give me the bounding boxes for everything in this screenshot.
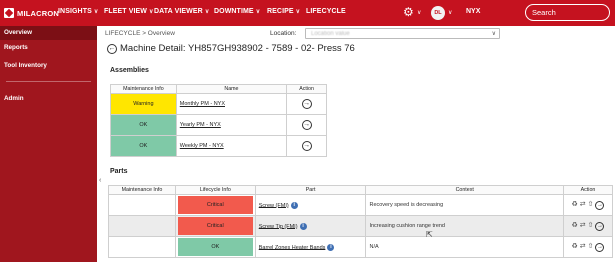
context-text: Recovery speed is decreasing xyxy=(369,202,444,208)
table-row: Critical Screw (FMI) i Recovery speed is … xyxy=(108,194,614,216)
assemblies-heading: Assemblies xyxy=(110,67,149,74)
page-title: Machine Detail: YH857GH938902 - 7589 - 0… xyxy=(120,43,355,54)
delete-icon[interactable]: ♻ xyxy=(572,201,578,208)
site-name[interactable]: NYX xyxy=(466,8,480,15)
lifecycle-badge: Critical xyxy=(177,196,253,214)
column-header: Name xyxy=(175,84,288,94)
sidebar-item-reports[interactable]: Reports xyxy=(0,41,97,55)
location-label: Location: xyxy=(270,30,297,37)
status-badge: Warning xyxy=(111,94,176,114)
table-row: OK Barrel Zones Heater Bands i N/A ♻ ⇄ ⇧ … xyxy=(108,236,614,258)
location-select[interactable]: Location value ∨ xyxy=(305,28,500,39)
chevron-down-icon: ∨ xyxy=(93,9,99,15)
assemblies-table: Maintenance Info Name Action Warning Mon… xyxy=(110,84,327,157)
nav-downtime[interactable]: DOWNTIME ∨ xyxy=(214,8,260,15)
top-nav-bar: MILACRON INSIGHTS ∨ FLEET VIEW ∨ DATA VIEW… xyxy=(0,0,615,26)
sidebar-item-admin[interactable]: Admin xyxy=(0,92,97,106)
lifecycle-badge: Critical xyxy=(177,217,253,235)
upload-icon[interactable]: ⇧ xyxy=(588,222,594,229)
avatar[interactable]: DL xyxy=(431,6,445,20)
delete-icon[interactable]: ♻ xyxy=(572,243,578,250)
chevron-down-icon[interactable]: ∨ xyxy=(417,9,421,16)
nav-fleet-view[interactable]: FLEET VIEW ∨ xyxy=(104,8,154,15)
column-header: Maintenance Info xyxy=(108,185,176,195)
lifecycle-badge: OK xyxy=(177,238,253,256)
upload-icon[interactable]: ⇧ xyxy=(588,243,594,250)
arrow-right-icon[interactable]: → xyxy=(595,222,605,231)
table-row: Warning Monthly PM - NYX → xyxy=(110,93,327,115)
status-badge: OK xyxy=(111,115,176,135)
arrow-right-icon[interactable]: → xyxy=(595,243,605,252)
column-header: Lifecycle Info xyxy=(174,185,256,195)
part-link[interactable]: Screw Tip (FMI) xyxy=(259,223,298,229)
gear-icon[interactable]: ⚙ xyxy=(403,6,414,18)
arrow-right-icon[interactable]: → xyxy=(301,120,312,130)
chevron-down-icon: ∨ xyxy=(295,9,301,15)
part-link[interactable]: Screw (FMI) xyxy=(259,202,289,208)
nav-recipe[interactable]: RECIPE ∨ xyxy=(267,8,300,15)
table-row: OK Yearly PM - NYX → xyxy=(110,114,327,136)
column-header: Context xyxy=(365,185,564,195)
part-link[interactable]: Barrel Zones Heater Bands xyxy=(259,244,326,250)
column-header: Part xyxy=(254,185,367,195)
chevron-down-icon[interactable]: ∨ xyxy=(448,9,452,16)
nav-insights[interactable]: INSIGHTS ∨ xyxy=(58,8,98,15)
chevron-down-icon: ∨ xyxy=(149,9,154,15)
arrow-right-icon[interactable]: → xyxy=(301,141,312,151)
arrow-right-icon[interactable]: → xyxy=(595,201,605,210)
column-header: Action xyxy=(562,185,614,195)
context-text: N/A xyxy=(369,244,379,250)
delete-icon[interactable]: ♻ xyxy=(572,222,578,229)
search-input[interactable]: Search xyxy=(525,4,610,21)
arrow-right-icon[interactable]: → xyxy=(301,99,312,109)
sidebar-item-tool-inventory[interactable]: Tool Inventory xyxy=(0,59,97,73)
chevron-down-icon: ∨ xyxy=(204,9,210,15)
upload-icon[interactable]: ⇧ xyxy=(588,201,594,208)
column-header: Action xyxy=(286,84,327,94)
assembly-link[interactable]: Weekly PM - NYX xyxy=(180,143,224,149)
chevron-down-icon: ∨ xyxy=(255,9,261,15)
sidebar: Overview Reports Tool Inventory Admin xyxy=(0,26,97,262)
parts-table: Maintenance Info Lifecycle Info Part Con… xyxy=(108,185,614,258)
swap-icon[interactable]: ⇄ xyxy=(580,243,586,250)
info-icon[interactable]: i xyxy=(327,243,335,251)
swap-icon[interactable]: ⇄ xyxy=(580,222,586,229)
info-icon[interactable]: i xyxy=(299,222,307,230)
chevron-down-icon: ∨ xyxy=(491,31,496,37)
assembly-link[interactable]: Monthly PM - NYX xyxy=(180,101,225,107)
assembly-link[interactable]: Yearly PM - NYX xyxy=(180,122,221,128)
swap-icon[interactable]: ⇄ xyxy=(580,201,586,208)
back-arrow-icon[interactable]: ← xyxy=(107,44,117,54)
milacron-logo[interactable]: MILACRON xyxy=(4,6,59,20)
context-text: Increasing cushion range trend xyxy=(369,223,445,229)
column-header: Maintenance Info xyxy=(110,84,177,94)
status-badge: OK xyxy=(111,136,176,156)
sidebar-item-overview[interactable]: Overview xyxy=(0,26,97,40)
sidebar-divider xyxy=(6,81,91,82)
table-row: OK Weekly PM - NYX → xyxy=(110,135,327,157)
mouse-cursor-icon: ⇱ xyxy=(426,230,433,239)
table-row: Critical Screw Tip (FMI) i Increasing cus… xyxy=(108,215,614,237)
nav-lifecycle[interactable]: LIFECYCLE xyxy=(306,8,346,15)
logo-mark-icon xyxy=(4,8,14,18)
breadcrumb[interactable]: LIFECYCLE > Overview xyxy=(105,30,175,37)
parts-heading: Parts xyxy=(110,168,128,175)
nav-data-viewer[interactable]: DATA VIEWER ∨ xyxy=(154,8,209,15)
info-icon[interactable]: i xyxy=(290,201,298,209)
chevron-left-icon[interactable]: ‹ xyxy=(99,177,101,184)
